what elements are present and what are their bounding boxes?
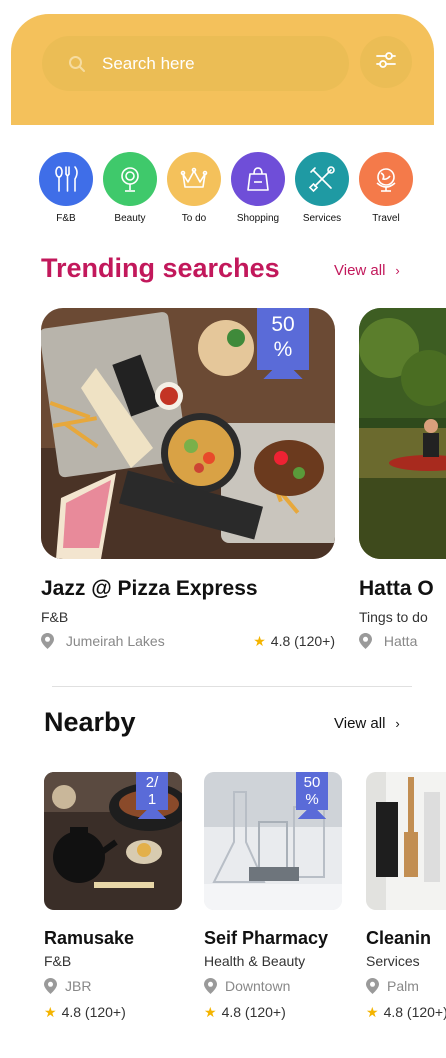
rating: ★ 4.8 (120+) (204, 1004, 342, 1021)
badge-unit: % (273, 338, 293, 361)
category-services[interactable]: Services (292, 152, 352, 224)
rating: ★ 4.8 (120+) (253, 633, 335, 650)
view-all-label: View all (334, 262, 386, 279)
place-location-row: Downtown (204, 978, 342, 997)
discount-badge: 50 % (257, 308, 309, 379)
place-location: JBR (65, 978, 92, 995)
chevron-right-icon: › (395, 263, 400, 278)
rating-value: 4.8 (120+) (61, 1004, 126, 1020)
divider (52, 686, 412, 687)
nearby-view-all-link[interactable]: View all › (334, 715, 400, 732)
shopping-bag-icon (231, 152, 285, 206)
kayak-photo (359, 308, 446, 559)
place-name: Ramusake (44, 928, 135, 948)
badge-unit: % (305, 791, 319, 808)
place-name: Cleanin (366, 928, 432, 948)
category-label: Travel (372, 213, 400, 224)
nearby-card[interactable]: Cleanin Services Palm ★ 4.8 (120+) (366, 772, 446, 1021)
location-pin-icon (204, 978, 217, 997)
filter-button[interactable] (360, 36, 412, 88)
mirror-icon (103, 152, 157, 206)
place-location: Jumeirah Lakes (65, 633, 165, 650)
place-location-row: Palm (366, 978, 446, 997)
globe-icon (359, 152, 413, 206)
chevron-right-icon: › (395, 716, 400, 731)
place-location: Palm (387, 978, 419, 995)
sliders-icon (375, 50, 397, 75)
tools-icon (295, 152, 349, 206)
teapot-photo: 2/ 1 (44, 772, 182, 910)
star-icon: ★ (44, 1004, 57, 1020)
category-label: Shopping (236, 213, 280, 224)
badge-value: 50 (303, 774, 321, 791)
location-pin-icon (44, 978, 57, 997)
star-icon: ★ (366, 1004, 379, 1020)
discount-badge: 50 % (296, 772, 328, 819)
place-name: Seif Pharmacy (204, 928, 329, 948)
place-name: Jazz @ Pizza Express (41, 577, 258, 600)
search-input[interactable]: Search here (42, 36, 349, 91)
category-label: F&B (56, 213, 76, 224)
location-pin-icon (366, 978, 379, 997)
badge-unit: 1 (147, 791, 157, 808)
search-placeholder: Search here (102, 53, 195, 73)
category-row: F&B Beauty To do Shopping Services Trave… (38, 152, 434, 232)
trending-view-all-link[interactable]: View all › (334, 262, 400, 279)
discount-badge: 2/ 1 (136, 772, 168, 819)
location-pin-icon (359, 633, 372, 652)
category-label: Beauty (114, 213, 146, 224)
badge-value: 2/ (145, 774, 159, 791)
place-category: Health & Beauty (204, 953, 306, 969)
place-category: Tings to do (359, 609, 428, 625)
rating-value: 4.8 (120+) (270, 633, 335, 649)
header-bar: Search here (11, 14, 434, 125)
place-location: Hatta (383, 633, 418, 650)
rating: ★ 4.8 (120+) (44, 1004, 182, 1021)
trending-title: Trending searches (41, 253, 280, 283)
place-meta: Hatta (359, 633, 446, 657)
category-todo[interactable]: To do (164, 152, 224, 224)
star-icon: ★ (253, 633, 266, 649)
nearby-card[interactable]: 50 % Seif Pharmacy Health & Beauty Downt… (204, 772, 342, 1021)
nearby-card[interactable]: 2/ 1 Ramusake F&B JBR ★ 4.8 (120+) (44, 772, 182, 1021)
place-category: F&B (41, 609, 69, 625)
location-pin-icon (41, 633, 54, 652)
crown-icon (167, 152, 221, 206)
badge-value: 50 (271, 313, 295, 336)
trending-card[interactable]: Hatta O Tings to do Hatta (359, 308, 446, 657)
star-icon: ★ (204, 1004, 217, 1020)
rating-value: 4.8 (120+) (221, 1004, 286, 1020)
category-label: To do (181, 213, 207, 224)
place-category: F&B (44, 953, 72, 969)
place-location: Downtown (225, 978, 291, 995)
category-shopping[interactable]: Shopping (228, 152, 288, 224)
cleaning-tools-photo (366, 772, 446, 910)
place-name: Hatta O (359, 577, 434, 600)
category-label: Services (302, 213, 342, 224)
nearby-title: Nearby (44, 707, 136, 737)
place-meta: Jumeirah Lakes ★ 4.8 (120+) (41, 633, 335, 657)
fork-knife-icon (39, 152, 93, 206)
place-category: Services (366, 953, 420, 969)
rating: ★ 4.8 (120+) (366, 1004, 446, 1021)
category-beauty[interactable]: Beauty (100, 152, 160, 224)
search-icon (68, 55, 86, 73)
place-location-row: JBR (44, 978, 182, 997)
food-photo: 50 % (41, 308, 335, 559)
rating-value: 4.8 (120+) (383, 1004, 446, 1020)
trending-card[interactable]: 50 % Jazz @ Pizza Express F&B Jumeirah L… (41, 308, 335, 657)
category-travel[interactable]: Travel (356, 152, 416, 224)
view-all-label: View all (334, 715, 386, 732)
category-fnb[interactable]: F&B (36, 152, 96, 224)
lab-glass-photo: 50 % (204, 772, 342, 910)
